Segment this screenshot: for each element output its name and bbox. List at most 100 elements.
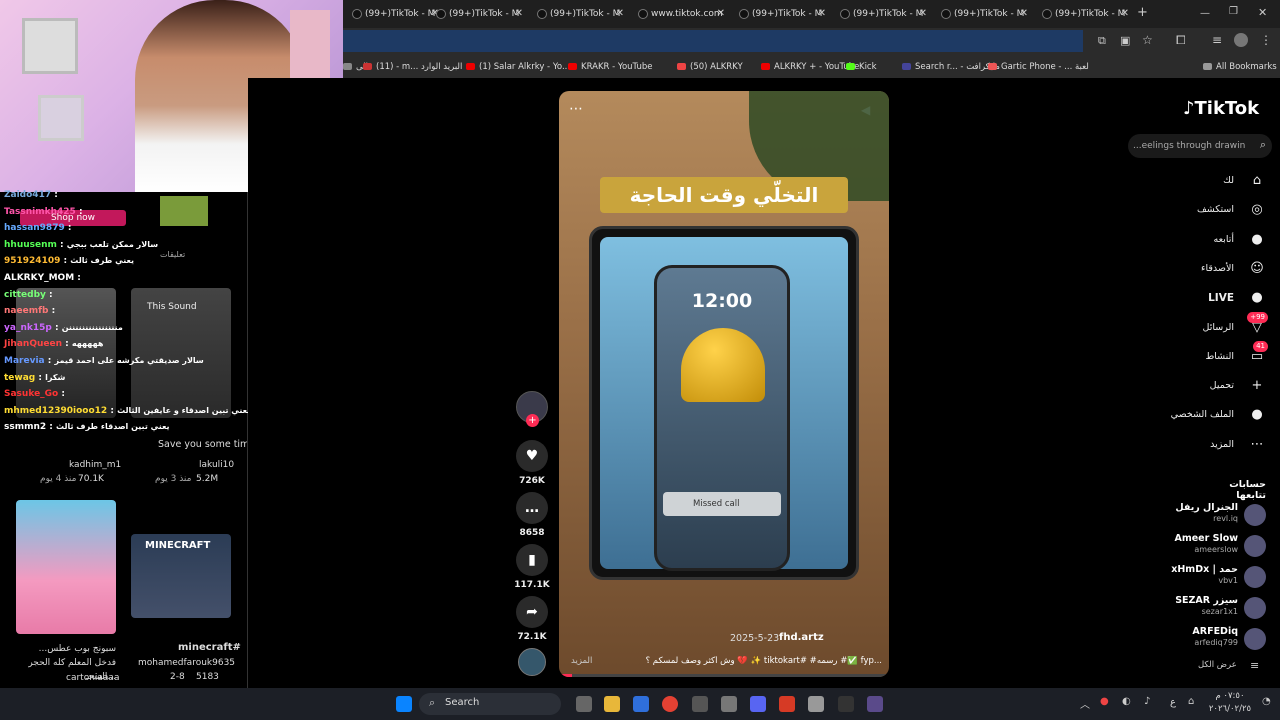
heart-icon[interactable]: ♥ (516, 440, 548, 472)
browser-tab[interactable]: (99+)TikTok - M ✕ (431, 4, 527, 24)
browser-tab[interactable]: (99+)TikTok - M ✕ (532, 4, 628, 24)
video-author[interactable]: mohamedfarouk9635 (138, 658, 235, 668)
discord-icon[interactable] (750, 696, 766, 712)
following-account[interactable]: SEZAR سيزر sezar1x1 (1072, 595, 1272, 621)
bookmark-item[interactable]: Search r... - مايكرافت (902, 56, 1000, 78)
chat-username[interactable]: 951924109 (4, 256, 60, 266)
chat-username[interactable]: ALKRKY_MOM (4, 273, 74, 283)
install-icon[interactable]: ▣ (1120, 34, 1130, 47)
settings-icon[interactable] (721, 696, 737, 712)
media-icon[interactable]: ≡ (1212, 33, 1222, 47)
app-icon[interactable] (808, 696, 824, 712)
browser-tab[interactable]: www.tiktok.com ✕ (633, 4, 729, 24)
profile-avatar[interactable] (1234, 33, 1248, 47)
chat-username[interactable]: hhuusenm (4, 240, 57, 250)
tiktok-logo[interactable]: ♪TikTok (1183, 98, 1259, 119)
video-thumbnail-4[interactable]: MINECRAFT (131, 534, 231, 618)
taskbar-search[interactable]: ⌕ Search (419, 693, 561, 715)
star-icon[interactable]: ☆ (1142, 33, 1153, 47)
follow-plus-icon[interactable]: + (526, 414, 539, 427)
comment-icon[interactable]: … (516, 492, 548, 524)
share-icon[interactable]: ➦ (516, 596, 548, 628)
nav-item[interactable]: الملف الشخصي ● (1086, 405, 1266, 425)
following-account[interactable]: ARFEDiq arfediq799 (1072, 626, 1272, 652)
network-icon[interactable]: ⌂ (1188, 696, 1194, 707)
bookmark-item[interactable]: (11) - m... البريد الوارد (363, 56, 462, 78)
extensions-icon[interactable]: ⧠ (1176, 33, 1186, 48)
browser-tab[interactable]: (99+)TikTok - M ✕ (1037, 4, 1133, 24)
task-view-icon[interactable] (576, 696, 592, 712)
chat-username[interactable]: Sasuke_Go (4, 389, 58, 399)
tray-app-icon[interactable]: ● (1100, 696, 1109, 707)
chat-username[interactable]: JihanQueen (4, 339, 62, 349)
chat-username[interactable]: Zaido417 (4, 190, 51, 200)
more-caption-link[interactable]: المزيد (571, 656, 592, 666)
translate-icon[interactable]: ⧉ (1098, 34, 1106, 48)
following-account[interactable]: Ameer Slow ameerslow (1072, 533, 1272, 559)
chat-username[interactable]: mhmed12390iooo12 (4, 406, 107, 416)
search-input[interactable]: ...eelings through drawing (1133, 134, 1245, 158)
chat-username[interactable]: ya_nk15p (4, 323, 52, 333)
chat-username[interactable]: tewag (4, 373, 35, 383)
browser-tab[interactable]: (99+)TikTok - M ✕ (835, 4, 931, 24)
new-tab-button[interactable]: + (1137, 5, 1148, 20)
browser-tab[interactable]: (99+)TikTok - M ✕ (347, 4, 443, 24)
nav-item[interactable]: LIVE ● (1086, 288, 1266, 308)
video-thumbnail-3[interactable] (16, 500, 116, 634)
video-author[interactable]: lakuli10 (199, 460, 234, 470)
like-action[interactable]: ♥ 726K (514, 440, 550, 486)
close-tab-icon[interactable]: ✕ (515, 4, 523, 24)
more-menu-icon[interactable]: ⋮ (1260, 33, 1272, 47)
bookmark-item[interactable]: Kick (846, 56, 877, 78)
bookmark-item[interactable]: Gartic Phone - ... لعبة (988, 56, 1089, 78)
minimize-icon[interactable]: — (1200, 8, 1210, 19)
chat-username[interactable]: hassan9879 (4, 223, 65, 233)
file-explorer-icon[interactable] (604, 696, 620, 712)
language-indicator[interactable]: ع (1170, 697, 1176, 708)
video-author[interactable]: kadhim_m1 (69, 460, 121, 470)
nav-item[interactable]: النشاط ▭ 41 (1086, 340, 1268, 367)
close-tab-icon[interactable]: ✕ (1020, 4, 1028, 24)
bookmark-item[interactable]: All Bookmarks (1203, 56, 1277, 78)
chrome-icon[interactable] (662, 696, 678, 712)
search-box[interactable]: ...eelings through drawing ⌕ (1128, 134, 1272, 158)
list-icon[interactable]: ≡ (1250, 659, 1259, 672)
nav-item[interactable]: المزيد ⋯ (1086, 435, 1266, 455)
browser-tab[interactable]: (99+)TikTok - M ✕ (936, 4, 1032, 24)
nav-item[interactable]: تحميل + (1086, 376, 1266, 396)
close-window-icon[interactable]: ✕ (1258, 6, 1267, 19)
bookmark-item[interactable]: (50) ALKRKY (677, 56, 743, 78)
browser-tab[interactable]: (99+)TikTok - M ✕ (734, 4, 830, 24)
tray-app-icon[interactable]: ◐ (1122, 696, 1131, 707)
nav-item[interactable]: الرسائل ▽ +99 (1086, 311, 1268, 338)
nav-item[interactable]: الأصدقاء ☺ (1086, 259, 1266, 279)
sound-disc[interactable] (518, 648, 546, 676)
chat-username[interactable]: Marevia (4, 356, 45, 366)
bookmark-item[interactable]: KRAKR - YouTube (568, 56, 652, 78)
close-tab-icon[interactable]: ✕ (818, 4, 826, 24)
video-author[interactable]: fhd.artz (779, 632, 824, 643)
chat-username[interactable]: cittedby (4, 290, 46, 300)
chat-username[interactable]: naeemfb (4, 306, 48, 316)
save-action[interactable]: ▮ 117.1K (514, 544, 550, 590)
address-bar[interactable] (343, 30, 1083, 52)
following-account[interactable]: الجنرال ريفل revl.iq (1072, 502, 1272, 528)
nav-item[interactable]: أتابعه ● (1086, 230, 1266, 250)
app-icon[interactable] (692, 696, 708, 712)
bookmark-item[interactable]: ALKRKY + - YouTube (761, 56, 859, 78)
clock-date[interactable]: ٢٠٢٦/٠٢/٢٥ (1204, 704, 1256, 714)
following-account[interactable]: xHmDx | حمد vbv1 (1072, 564, 1272, 590)
notification-icon[interactable]: ◔ (1262, 696, 1271, 707)
close-tab-icon[interactable]: ✕ (919, 4, 927, 24)
more-icon[interactable]: ⋯ (569, 101, 583, 117)
chat-username[interactable]: ssmmn2 (4, 422, 46, 432)
close-tab-icon[interactable]: ✕ (717, 4, 725, 24)
close-tab-icon[interactable]: ✕ (1121, 4, 1129, 24)
search-icon[interactable]: ⌕ (1260, 138, 1266, 152)
clock-time[interactable]: ٠٧:٥٠ م (1210, 691, 1250, 701)
app-icon[interactable] (867, 696, 883, 712)
nav-item[interactable]: استكشف ◎ (1086, 200, 1266, 220)
tray-chevron-icon[interactable]: ︿ (1080, 696, 1090, 711)
nav-item[interactable]: لك ⌂ (1086, 171, 1266, 191)
microphone-icon[interactable]: ♪ (1144, 696, 1150, 707)
